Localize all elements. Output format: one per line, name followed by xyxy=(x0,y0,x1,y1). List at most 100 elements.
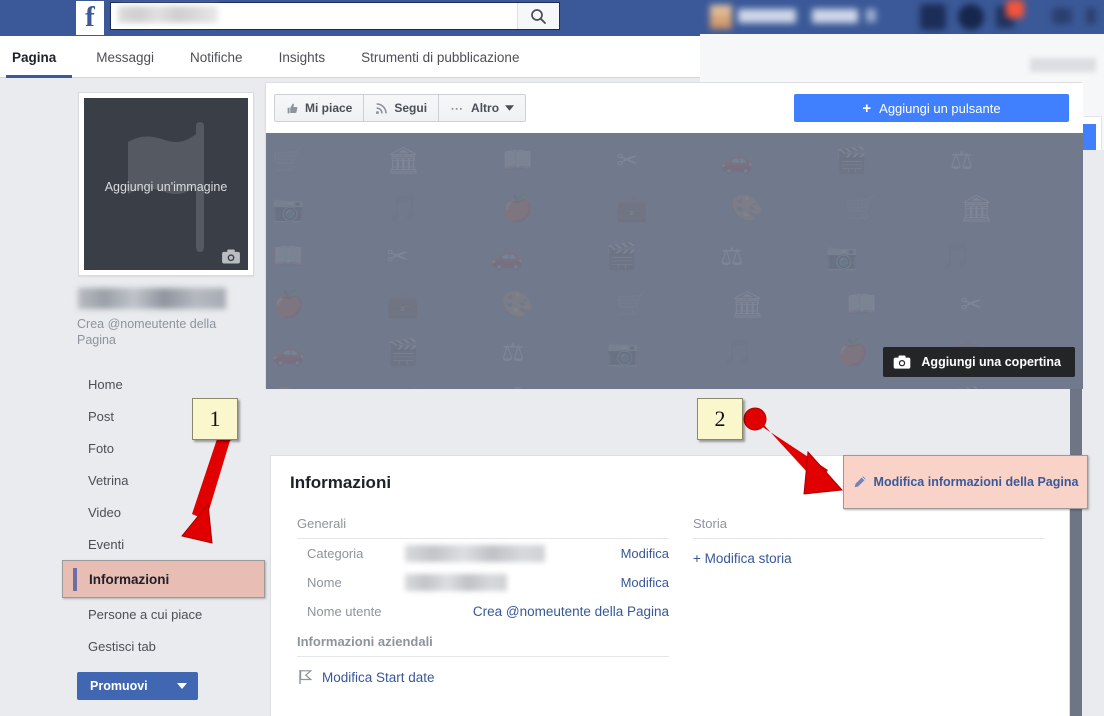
row-value: Crea @nomeutente della Pagina xyxy=(405,604,669,619)
add-button-label: Aggiungi un pulsante xyxy=(879,100,1001,116)
row-label: Nome xyxy=(307,575,342,590)
row-label: Categoria xyxy=(307,546,364,561)
tab-pagina-label: Pagina xyxy=(12,49,57,65)
general-section-heading: Generali xyxy=(297,516,669,539)
user-name-label[interactable] xyxy=(738,9,796,23)
story-column: Storia + Modifica storia xyxy=(693,516,1045,566)
edit-start-date-label: Modifica Start date xyxy=(322,669,435,685)
category-value-redacted xyxy=(405,545,545,563)
notification-badge xyxy=(1006,0,1024,18)
sidebar-item-gestisci-tab[interactable]: Gestisci tab xyxy=(0,630,265,662)
sidebar-item-label: Persone a cui piace xyxy=(88,606,203,622)
add-cover-button[interactable]: Aggiungi una copertina xyxy=(883,347,1075,377)
messages-icon[interactable] xyxy=(958,4,984,30)
edit-story-link[interactable]: + Modifica storia xyxy=(693,539,1045,566)
add-cover-label: Aggiungi una copertina xyxy=(921,355,1061,369)
row-label: Nome utente xyxy=(307,604,382,619)
pencil-icon xyxy=(854,476,866,488)
edit-name-link[interactable]: Modifica xyxy=(621,575,669,590)
table-row: Nome utente Crea @nomeutente della Pagin… xyxy=(297,597,669,626)
page-title: Informazioni xyxy=(290,473,392,492)
tab-insights[interactable]: Insights xyxy=(261,36,344,78)
tab-strumenti-di-pubblicazione[interactable]: Strumenti di pubblicazione xyxy=(343,36,537,78)
search-button[interactable] xyxy=(517,3,559,29)
promote-button-label: Promuovi xyxy=(90,679,148,693)
row-value xyxy=(405,574,621,592)
flag-icon xyxy=(299,670,313,684)
sidebar-item-video[interactable]: Video xyxy=(0,496,265,528)
table-row: Categoria Modifica xyxy=(297,539,669,568)
like-button-label: Mi piace xyxy=(305,101,353,115)
page-tabs: Pagina Messaggi Notifiche Insights Strum… xyxy=(0,36,537,78)
search-icon xyxy=(531,8,546,24)
tab-messaggi-label: Messaggi xyxy=(96,49,155,65)
topbar-right-section xyxy=(700,0,1104,34)
page-tabs-panel: Pagina Messaggi Notifiche Insights Strum… xyxy=(0,36,700,78)
row-value xyxy=(405,545,621,563)
privacy-shortcuts-icon[interactable] xyxy=(1052,8,1072,24)
page-action-button-group: Mi piace Segui Altro xyxy=(274,94,527,122)
friend-requests-icon[interactable] xyxy=(920,4,946,30)
tab-notifiche[interactable]: Notifiche xyxy=(172,36,261,78)
edit-page-info-button[interactable]: Modifica informazioni della Pagina xyxy=(843,455,1088,509)
right-strip-blurred-label xyxy=(1030,58,1096,72)
sidebar-item-label: Informazioni xyxy=(89,571,170,587)
profile-header-card: Mi piace Segui Altro + Aggiungi un pulsa… xyxy=(265,82,1083,389)
cover-photo-area[interactable]: 🛒 🏛 📖 ✂ 🚗 🎬 ⚖ 📷 🎵 🍎 💼 🎨 🛒 🏛 📖 ✂ 🚗 🎬 ⚖ 📷 … xyxy=(266,133,1083,389)
create-username-link[interactable]: Crea @nomeutente della Pagina xyxy=(473,604,669,619)
counter-label xyxy=(866,9,876,22)
account-settings-icon[interactable] xyxy=(1086,8,1096,24)
more-button[interactable]: Altro xyxy=(439,95,526,121)
tab-pagina[interactable]: Pagina xyxy=(0,36,78,78)
sidebar-item-label: Video xyxy=(88,504,122,520)
sidebar-item-vetrina[interactable]: Vetrina xyxy=(0,464,265,496)
sidebar-item-informazioni[interactable]: Informazioni xyxy=(62,560,265,598)
home-link[interactable] xyxy=(812,9,858,23)
business-info-heading: Informazioni aziendali xyxy=(297,626,669,657)
tab-notifiche-label: Notifiche xyxy=(190,49,243,65)
tab-messaggi[interactable]: Messaggi xyxy=(78,36,172,78)
edit-category-link[interactable]: Modifica xyxy=(621,546,669,561)
search-value-redacted xyxy=(118,6,218,23)
annotation-note-1-label: 1 xyxy=(209,406,221,431)
user-avatar[interactable] xyxy=(710,5,732,29)
promote-button[interactable]: Promuovi xyxy=(77,672,198,700)
annotation-note-2-label: 2 xyxy=(714,406,726,431)
thumbs-up-icon xyxy=(287,103,298,113)
edit-page-info-label: Modifica informazioni della Pagina xyxy=(873,475,1079,489)
name-value-redacted xyxy=(405,574,507,592)
sidebar-item-label: Vetrina xyxy=(88,472,129,488)
camera-icon xyxy=(894,355,911,369)
add-button-cta[interactable]: + Aggiungi un pulsante xyxy=(794,94,1069,122)
ellipsis-icon xyxy=(451,107,462,110)
more-button-label: Altro xyxy=(471,101,500,115)
annotation-note-2: 2 xyxy=(697,398,743,440)
tab-insights-label: Insights xyxy=(278,49,326,65)
rss-follow-icon xyxy=(376,102,388,114)
page-action-bar: Mi piace Segui Altro + Aggiungi un pulsa… xyxy=(266,83,1083,133)
sidebar-item-persone-a-cui-piace[interactable]: Persone a cui piace xyxy=(0,598,265,630)
table-row: Nome Modifica xyxy=(297,568,669,597)
profile-picture-label: Aggiungi un'immagine xyxy=(104,180,228,194)
right-page-margin xyxy=(1082,150,1104,716)
follow-button[interactable]: Segui xyxy=(364,95,440,121)
sidebar-item-label: Gestisci tab xyxy=(88,638,156,654)
edit-start-date-row[interactable]: Modifica Start date xyxy=(297,657,669,685)
profile-picture-placeholder[interactable]: Aggiungi un'immagine xyxy=(84,98,248,270)
top-navigation-bar: f xyxy=(0,0,1104,36)
sidebar-item-label: Foto xyxy=(88,440,115,456)
sidebar-item-home[interactable]: Home xyxy=(0,368,265,400)
follow-button-label: Segui xyxy=(394,101,428,115)
like-button[interactable]: Mi piace xyxy=(275,95,365,121)
camera-icon[interactable] xyxy=(221,249,241,264)
sidebar-item-label: Home xyxy=(88,376,123,392)
create-username-prompt[interactable]: Crea @nomeutente della Pagina xyxy=(77,316,252,348)
annotation-note-1: 1 xyxy=(192,398,238,440)
sidebar-item-label: Eventi xyxy=(88,536,125,552)
page-root: f Pagina Messaggi Notifiche Insights Str… xyxy=(0,0,1104,716)
sidebar-item-eventi[interactable]: Eventi xyxy=(0,528,265,560)
profile-picture-frame[interactable]: Aggiungi un'immagine xyxy=(78,92,254,276)
chevron-down-icon xyxy=(505,105,515,111)
facebook-logo-icon[interactable]: f xyxy=(76,1,104,35)
general-info-column: Generali Categoria Modifica Nome Modific… xyxy=(297,516,669,685)
